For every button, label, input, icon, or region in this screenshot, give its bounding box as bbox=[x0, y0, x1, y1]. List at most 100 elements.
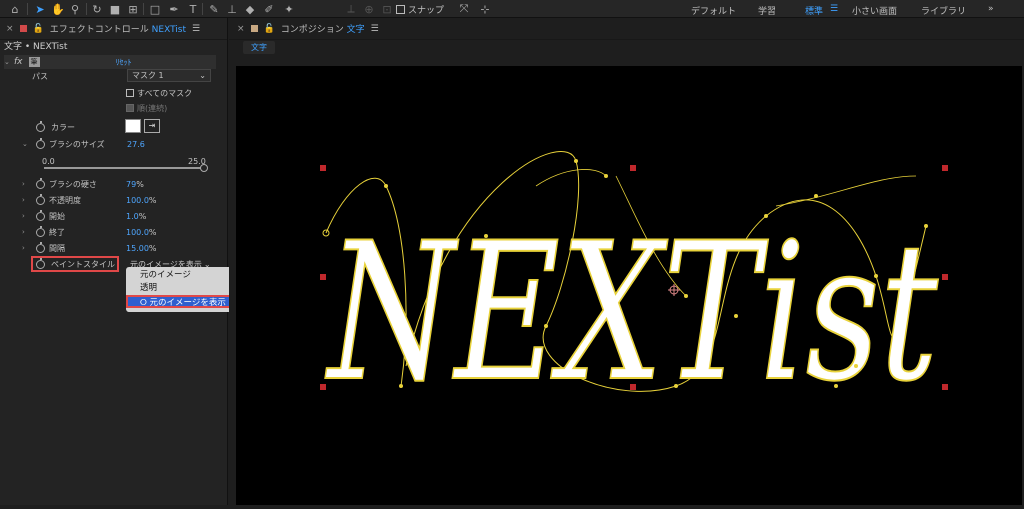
brush-size-value[interactable]: 27.6 bbox=[127, 137, 145, 151]
comp-title: コンポジション 文字 bbox=[281, 22, 365, 35]
text-icon[interactable]: T bbox=[186, 2, 200, 16]
snap-settings-icon[interactable]: ⤧ bbox=[457, 2, 471, 16]
menu-option-original[interactable]: 元のイメージ bbox=[126, 269, 236, 282]
close-icon[interactable]: × bbox=[6, 24, 14, 34]
collapse-arrow-icon[interactable]: ⌄ bbox=[4, 58, 14, 66]
menu-option-label: 元のイメージを表示 bbox=[149, 298, 226, 308]
select-arrow-icon[interactable]: ➤ bbox=[33, 2, 47, 16]
all-masks-label: すべてのマスク bbox=[137, 88, 193, 98]
hand-icon[interactable]: ✋ bbox=[51, 2, 65, 16]
path-label: パス bbox=[32, 71, 48, 81]
end-unit: % bbox=[148, 227, 157, 237]
expand-arrow-icon[interactable]: › bbox=[22, 244, 32, 252]
workspace-standard[interactable]: 標準 bbox=[805, 4, 823, 17]
camera-icon[interactable]: ■ bbox=[108, 2, 122, 16]
stopwatch-icon[interactable] bbox=[36, 137, 45, 149]
transform-handle[interactable] bbox=[630, 384, 636, 390]
stopwatch-icon[interactable] bbox=[36, 241, 45, 253]
effect-controls-tab[interactable]: × 🔓 エフェクトコントロール NEXTist ☰ bbox=[0, 18, 227, 40]
stopwatch-icon[interactable] bbox=[36, 209, 45, 221]
all-masks-option[interactable]: すべてのマスク bbox=[126, 86, 192, 100]
more-workspaces-icon[interactable]: » bbox=[988, 4, 994, 14]
workspace-libraries[interactable]: ライブラリ bbox=[921, 4, 966, 17]
composition-viewer[interactable]: NEXTist bbox=[236, 66, 1022, 505]
slider-thumb[interactable] bbox=[200, 164, 208, 172]
path-dropdown-value: マスク 1 bbox=[132, 71, 164, 80]
comp-subtab[interactable]: 文字 bbox=[243, 41, 275, 54]
brush-icon[interactable]: ✎ bbox=[207, 2, 221, 16]
stopwatch-icon[interactable] bbox=[36, 257, 45, 269]
menu-option-reveal-original[interactable]: ⭘ 元のイメージを表示 bbox=[126, 295, 236, 308]
roto-brush-icon[interactable]: ✐ bbox=[262, 2, 276, 16]
lock-icon[interactable]: 🔓 bbox=[264, 24, 275, 34]
puppet-pin-icon[interactable]: ✦ bbox=[282, 2, 296, 16]
effect-header-row[interactable]: ⌄ fx 筆 ﾘｾｯﾄ bbox=[4, 55, 216, 69]
clone-stamp-icon[interactable]: ⊥ bbox=[225, 2, 239, 16]
end-label: 終了 bbox=[49, 227, 65, 237]
layer-color-swatch bbox=[19, 25, 27, 32]
color-swatch[interactable] bbox=[125, 119, 141, 133]
effect-name: 筆 bbox=[28, 57, 40, 67]
start-field[interactable]: 1.0% bbox=[126, 209, 146, 223]
expand-arrow-icon[interactable]: › bbox=[22, 228, 32, 236]
transform-handle[interactable] bbox=[942, 384, 948, 390]
end-field[interactable]: 100.0% bbox=[126, 225, 157, 239]
spacing-label: 間隔 bbox=[49, 243, 65, 253]
workspace-learn[interactable]: 学習 bbox=[758, 4, 776, 17]
hardness-property: › ブラシの硬さ bbox=[22, 177, 97, 191]
lock-icon[interactable]: 🔓 bbox=[33, 24, 44, 34]
toolbar-separator bbox=[143, 3, 144, 15]
home-icon[interactable]: ⌂ bbox=[8, 2, 22, 16]
workspace-small-screen[interactable]: 小さい画面 bbox=[852, 4, 897, 17]
eraser-icon[interactable]: ◆ bbox=[243, 2, 257, 16]
rectangle-icon[interactable]: □ bbox=[148, 2, 162, 16]
panel-menu-icon[interactable]: ☰ bbox=[192, 24, 200, 34]
transform-handle[interactable] bbox=[942, 274, 948, 280]
panel-menu-icon[interactable]: ☰ bbox=[371, 24, 379, 34]
end-value[interactable]: 100.0 bbox=[126, 228, 149, 237]
all-masks-checkbox[interactable] bbox=[126, 89, 134, 97]
transform-handle[interactable] bbox=[942, 165, 948, 171]
stopwatch-icon[interactable] bbox=[36, 177, 45, 189]
path-dropdown[interactable]: マスク 1 ⌄ bbox=[127, 69, 211, 82]
spacing-field[interactable]: 15.00% bbox=[126, 241, 157, 255]
workspace-menu-icon[interactable]: ☰ bbox=[830, 4, 838, 14]
fx-icon[interactable]: fx bbox=[14, 57, 23, 67]
rotate-icon[interactable]: ↻ bbox=[90, 2, 104, 16]
expand-arrow-icon[interactable]: ⌄ bbox=[22, 140, 32, 148]
canvas-svg: NEXTist bbox=[320, 151, 948, 424]
stopwatch-icon[interactable] bbox=[36, 120, 45, 132]
opacity-field[interactable]: 100.0% bbox=[126, 193, 157, 207]
snap-toggle[interactable]: スナップ bbox=[396, 3, 444, 16]
eyedropper-icon[interactable]: ⇥ bbox=[144, 119, 160, 133]
spacing-value[interactable]: 15.00 bbox=[126, 244, 149, 253]
hardness-value[interactable]: 79 bbox=[126, 180, 136, 189]
transform-handle[interactable] bbox=[630, 165, 636, 171]
zoom-icon[interactable]: ⚲ bbox=[68, 2, 82, 16]
stopwatch-icon[interactable] bbox=[36, 193, 45, 205]
sequential-option: 順(連続) bbox=[126, 101, 167, 115]
workspace-default[interactable]: デフォルト bbox=[691, 4, 736, 17]
pan-behind-icon[interactable]: ⊞ bbox=[126, 2, 140, 16]
expand-arrow-icon[interactable]: › bbox=[22, 180, 32, 188]
paint-style-menu: 元のイメージ 透明 ⭘ 元のイメージを表示 bbox=[126, 267, 236, 312]
close-icon[interactable]: × bbox=[237, 24, 245, 34]
expand-arrow-icon[interactable]: › bbox=[22, 196, 32, 204]
reset-link[interactable]: ﾘｾｯﾄ bbox=[116, 57, 132, 68]
snap-option-icon[interactable]: ⊹ bbox=[478, 2, 492, 16]
hardness-field[interactable]: 79% bbox=[126, 177, 144, 191]
opacity-value[interactable]: 100.0 bbox=[126, 196, 149, 205]
composition-tab[interactable]: × 🔓 コンポジション 文字 ☰ bbox=[229, 18, 1024, 40]
slider-fill bbox=[44, 167, 204, 169]
snap-checkbox[interactable] bbox=[396, 5, 405, 14]
toolbar-separator bbox=[86, 3, 87, 15]
transform-handle[interactable] bbox=[320, 384, 326, 390]
start-value[interactable]: 1.0 bbox=[126, 212, 139, 221]
stopwatch-icon[interactable] bbox=[36, 225, 45, 237]
brush-size-slider[interactable] bbox=[44, 164, 208, 172]
transform-handle[interactable] bbox=[320, 165, 326, 171]
expand-arrow-icon[interactable]: › bbox=[22, 212, 32, 220]
menu-option-transparent[interactable]: 透明 bbox=[126, 282, 236, 295]
transform-handle[interactable] bbox=[320, 274, 326, 280]
pen-icon[interactable]: ✒ bbox=[167, 2, 181, 16]
